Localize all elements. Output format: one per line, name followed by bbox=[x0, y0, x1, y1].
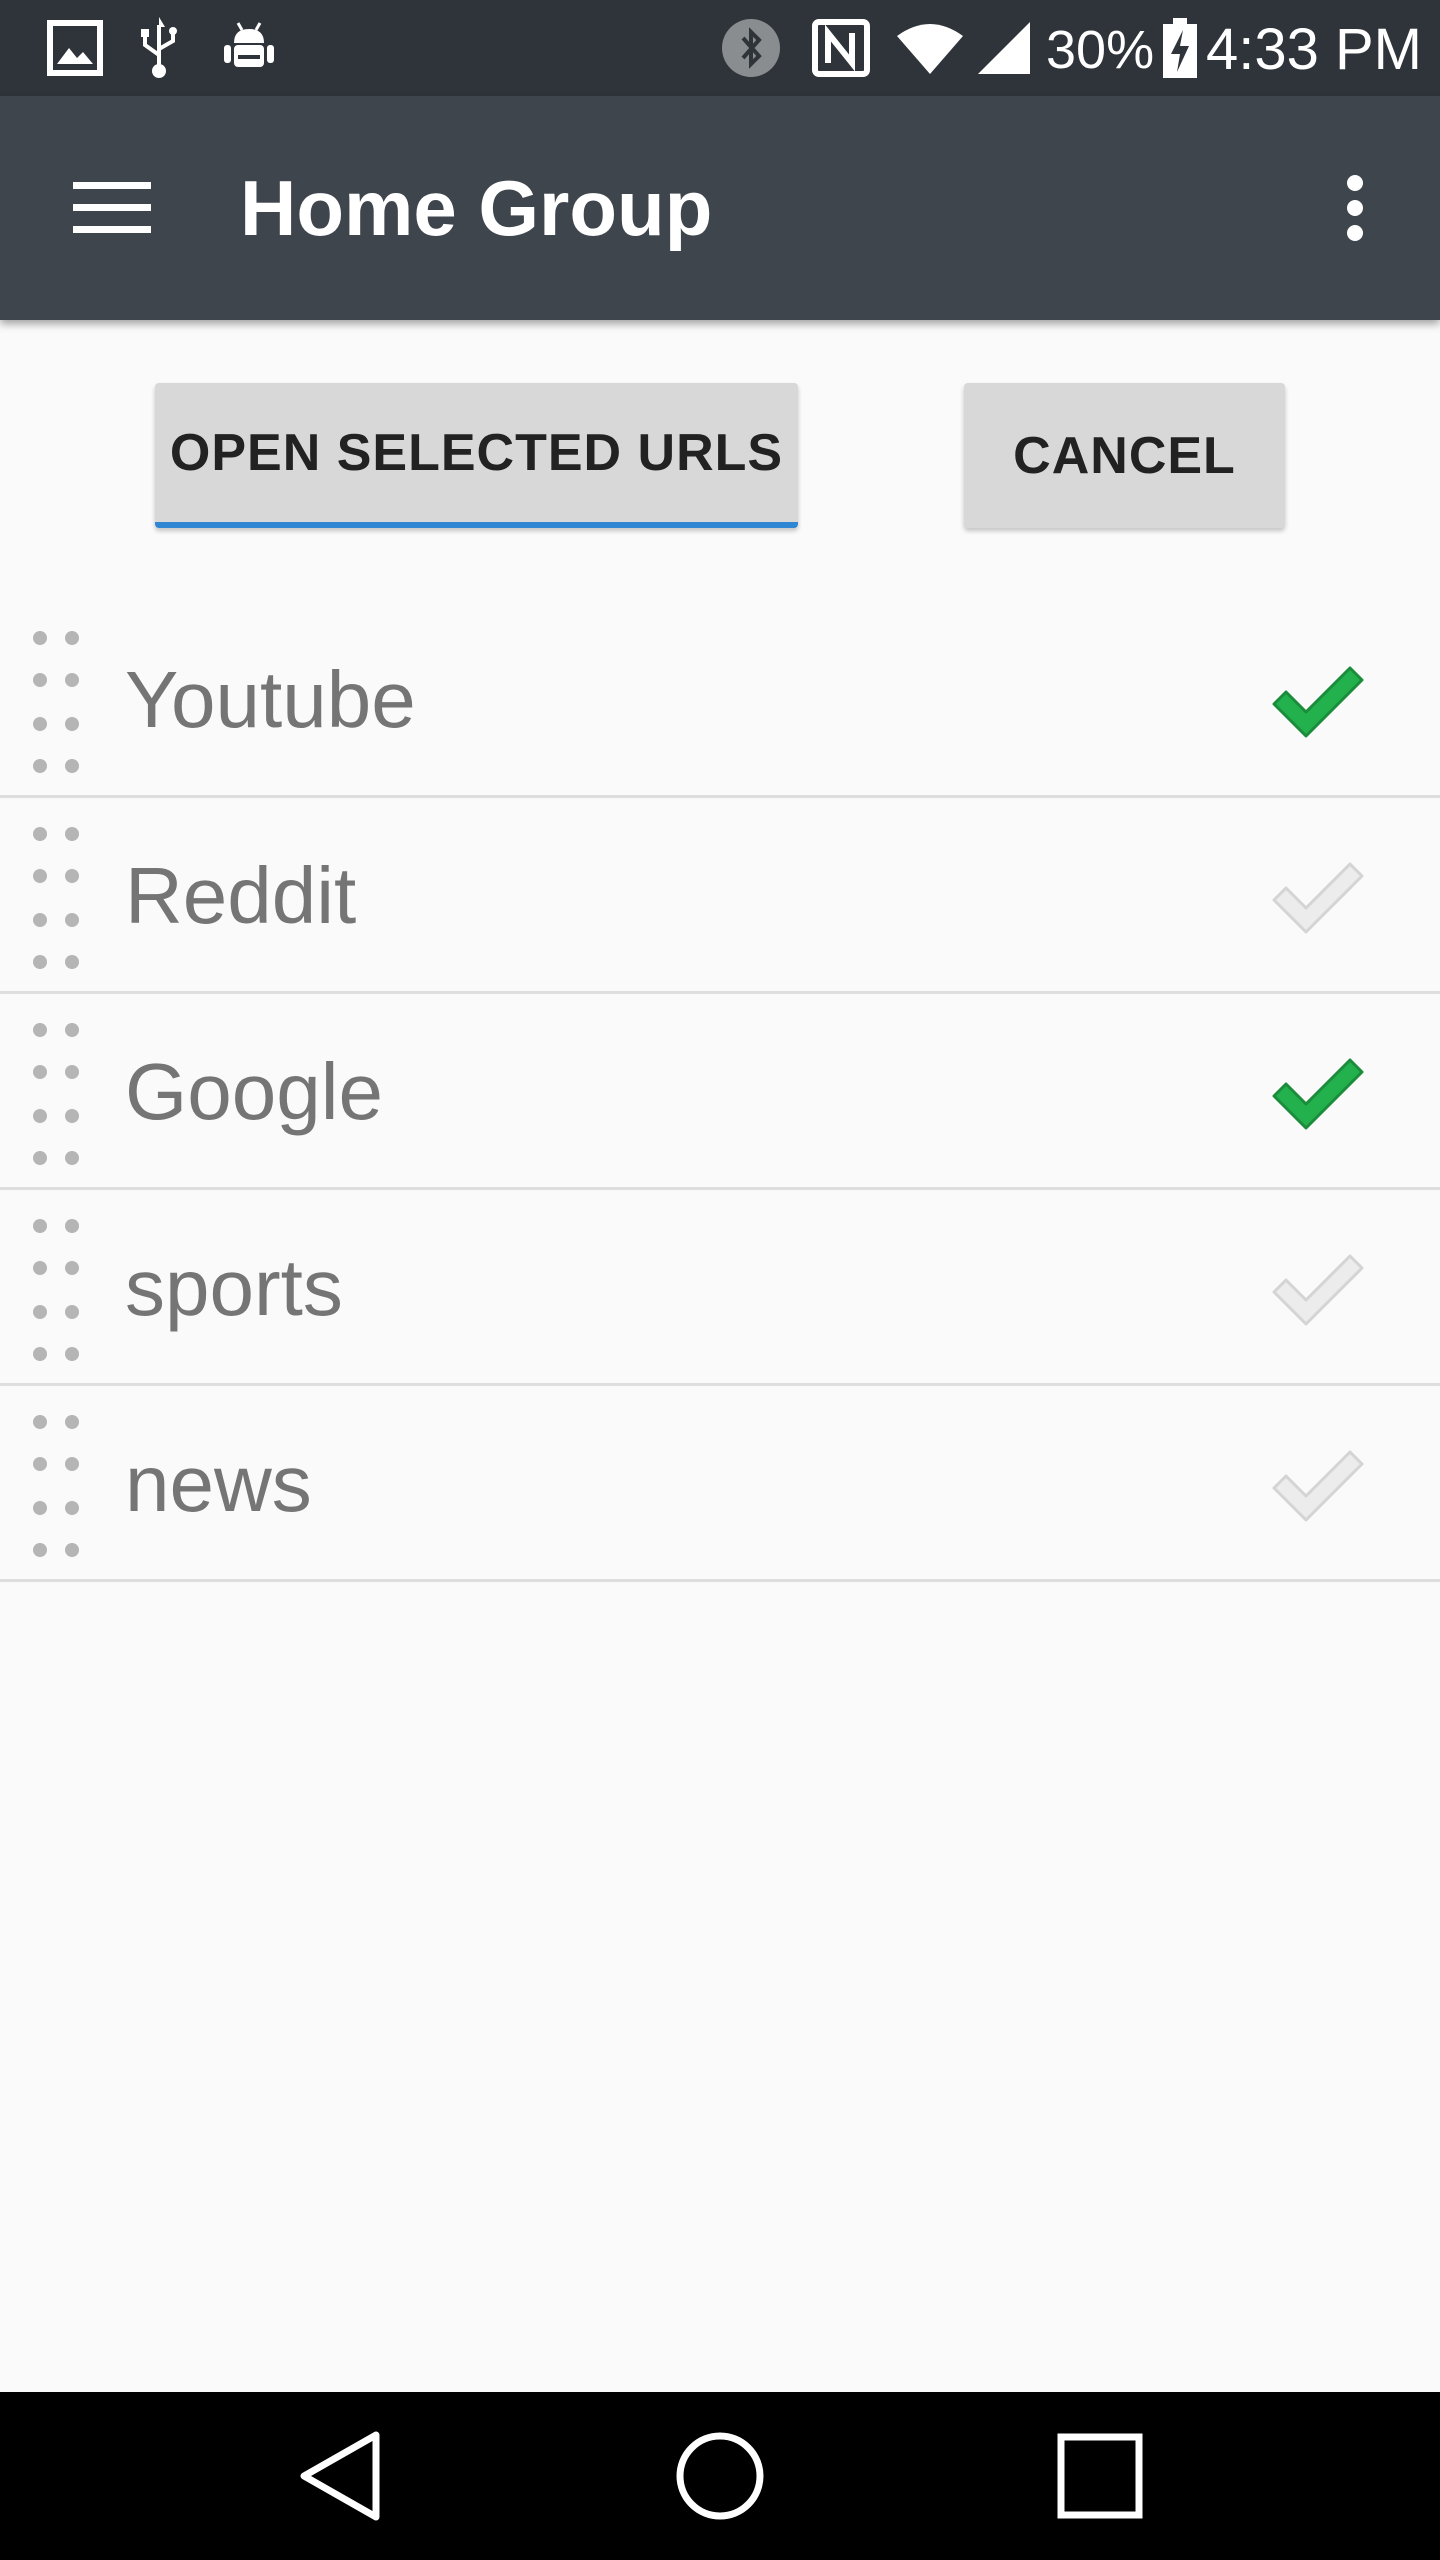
list-item[interactable]: Google bbox=[0, 994, 1440, 1190]
image-icon bbox=[40, 0, 110, 96]
usb-icon bbox=[134, 0, 184, 96]
hamburger-menu-icon[interactable] bbox=[46, 142, 178, 274]
clock: 4:33 PM bbox=[1206, 17, 1422, 82]
check-off-icon[interactable] bbox=[1270, 1250, 1366, 1330]
cell-signal-icon bbox=[974, 0, 1034, 96]
back-icon[interactable] bbox=[240, 2392, 440, 2560]
list-item-label: Reddit bbox=[125, 851, 357, 940]
home-icon[interactable] bbox=[620, 2392, 820, 2560]
drag-handle-icon[interactable] bbox=[30, 1020, 82, 1168]
more-vert-icon[interactable] bbox=[1300, 142, 1410, 274]
check-off-icon[interactable] bbox=[1270, 858, 1366, 938]
page-title: Home Group bbox=[240, 164, 713, 252]
check-on-icon[interactable] bbox=[1270, 1054, 1366, 1134]
check-on-icon[interactable] bbox=[1270, 662, 1366, 742]
list-item[interactable]: news bbox=[0, 1386, 1440, 1582]
battery-percent: 30% bbox=[1046, 20, 1155, 80]
list-item[interactable]: Youtube bbox=[0, 602, 1440, 798]
list-item-label: sports bbox=[125, 1243, 343, 1332]
check-off-icon[interactable] bbox=[1270, 1446, 1366, 1526]
recents-icon[interactable] bbox=[1000, 2392, 1200, 2560]
bluetooth-icon bbox=[718, 0, 784, 96]
list-item[interactable]: Reddit bbox=[0, 798, 1440, 994]
list-item-label: news bbox=[125, 1439, 312, 1528]
list-item-label: Youtube bbox=[125, 655, 416, 744]
drag-handle-icon[interactable] bbox=[30, 1216, 82, 1364]
cancel-button[interactable]: CANCEL bbox=[964, 383, 1285, 528]
android-debug-icon bbox=[214, 0, 284, 96]
url-list: Youtube Reddit Google sports news bbox=[0, 602, 1440, 1582]
status-bar: 30% 4:33 PM bbox=[0, 0, 1440, 96]
drag-handle-icon[interactable] bbox=[30, 1412, 82, 1560]
drag-handle-icon[interactable] bbox=[30, 628, 82, 776]
nav-bar bbox=[0, 2392, 1440, 2560]
open-selected-urls-button[interactable]: OPEN SELECTED URLS bbox=[155, 383, 798, 528]
wifi-icon bbox=[892, 0, 968, 96]
drag-handle-icon[interactable] bbox=[30, 824, 82, 972]
list-item[interactable]: sports bbox=[0, 1190, 1440, 1386]
list-item-label: Google bbox=[125, 1047, 383, 1136]
nfc-icon bbox=[808, 0, 874, 96]
battery-charging-icon bbox=[1158, 0, 1202, 96]
app-bar: Home Group bbox=[0, 96, 1440, 320]
